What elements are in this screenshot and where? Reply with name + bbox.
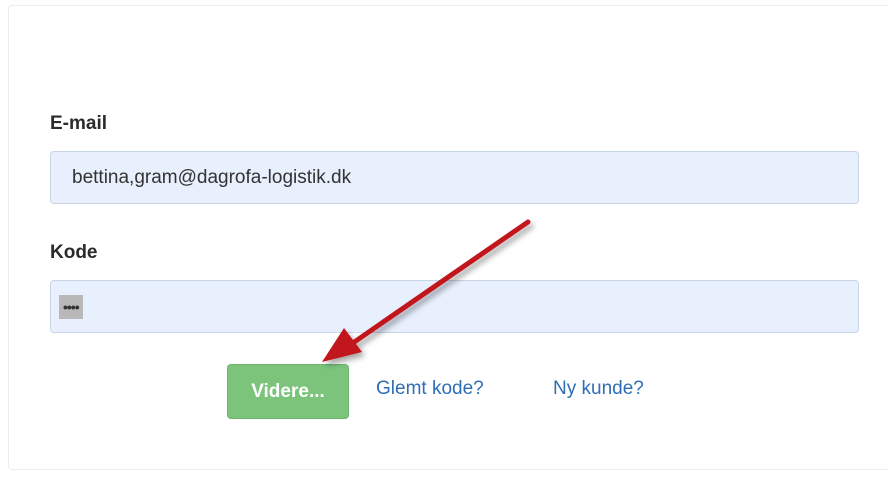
login-page: E-mail bettina,gram@dagrofa-logistik.dk … [0, 0, 888, 486]
password-field[interactable]: •••• [50, 280, 859, 333]
continue-button[interactable]: Videre... [227, 364, 349, 419]
password-masked-value: •••• [59, 294, 83, 319]
email-value: bettina,gram@dagrofa-logistik.dk [72, 166, 352, 188]
email-label: E-mail [50, 113, 108, 134]
email-field[interactable]: bettina,gram@dagrofa-logistik.dk [50, 151, 859, 204]
new-customer-link[interactable]: Ny kunde? [553, 378, 644, 400]
login-panel [8, 5, 888, 470]
forgot-password-link[interactable]: Glemt kode? [376, 378, 484, 400]
password-label: Kode [50, 242, 98, 263]
